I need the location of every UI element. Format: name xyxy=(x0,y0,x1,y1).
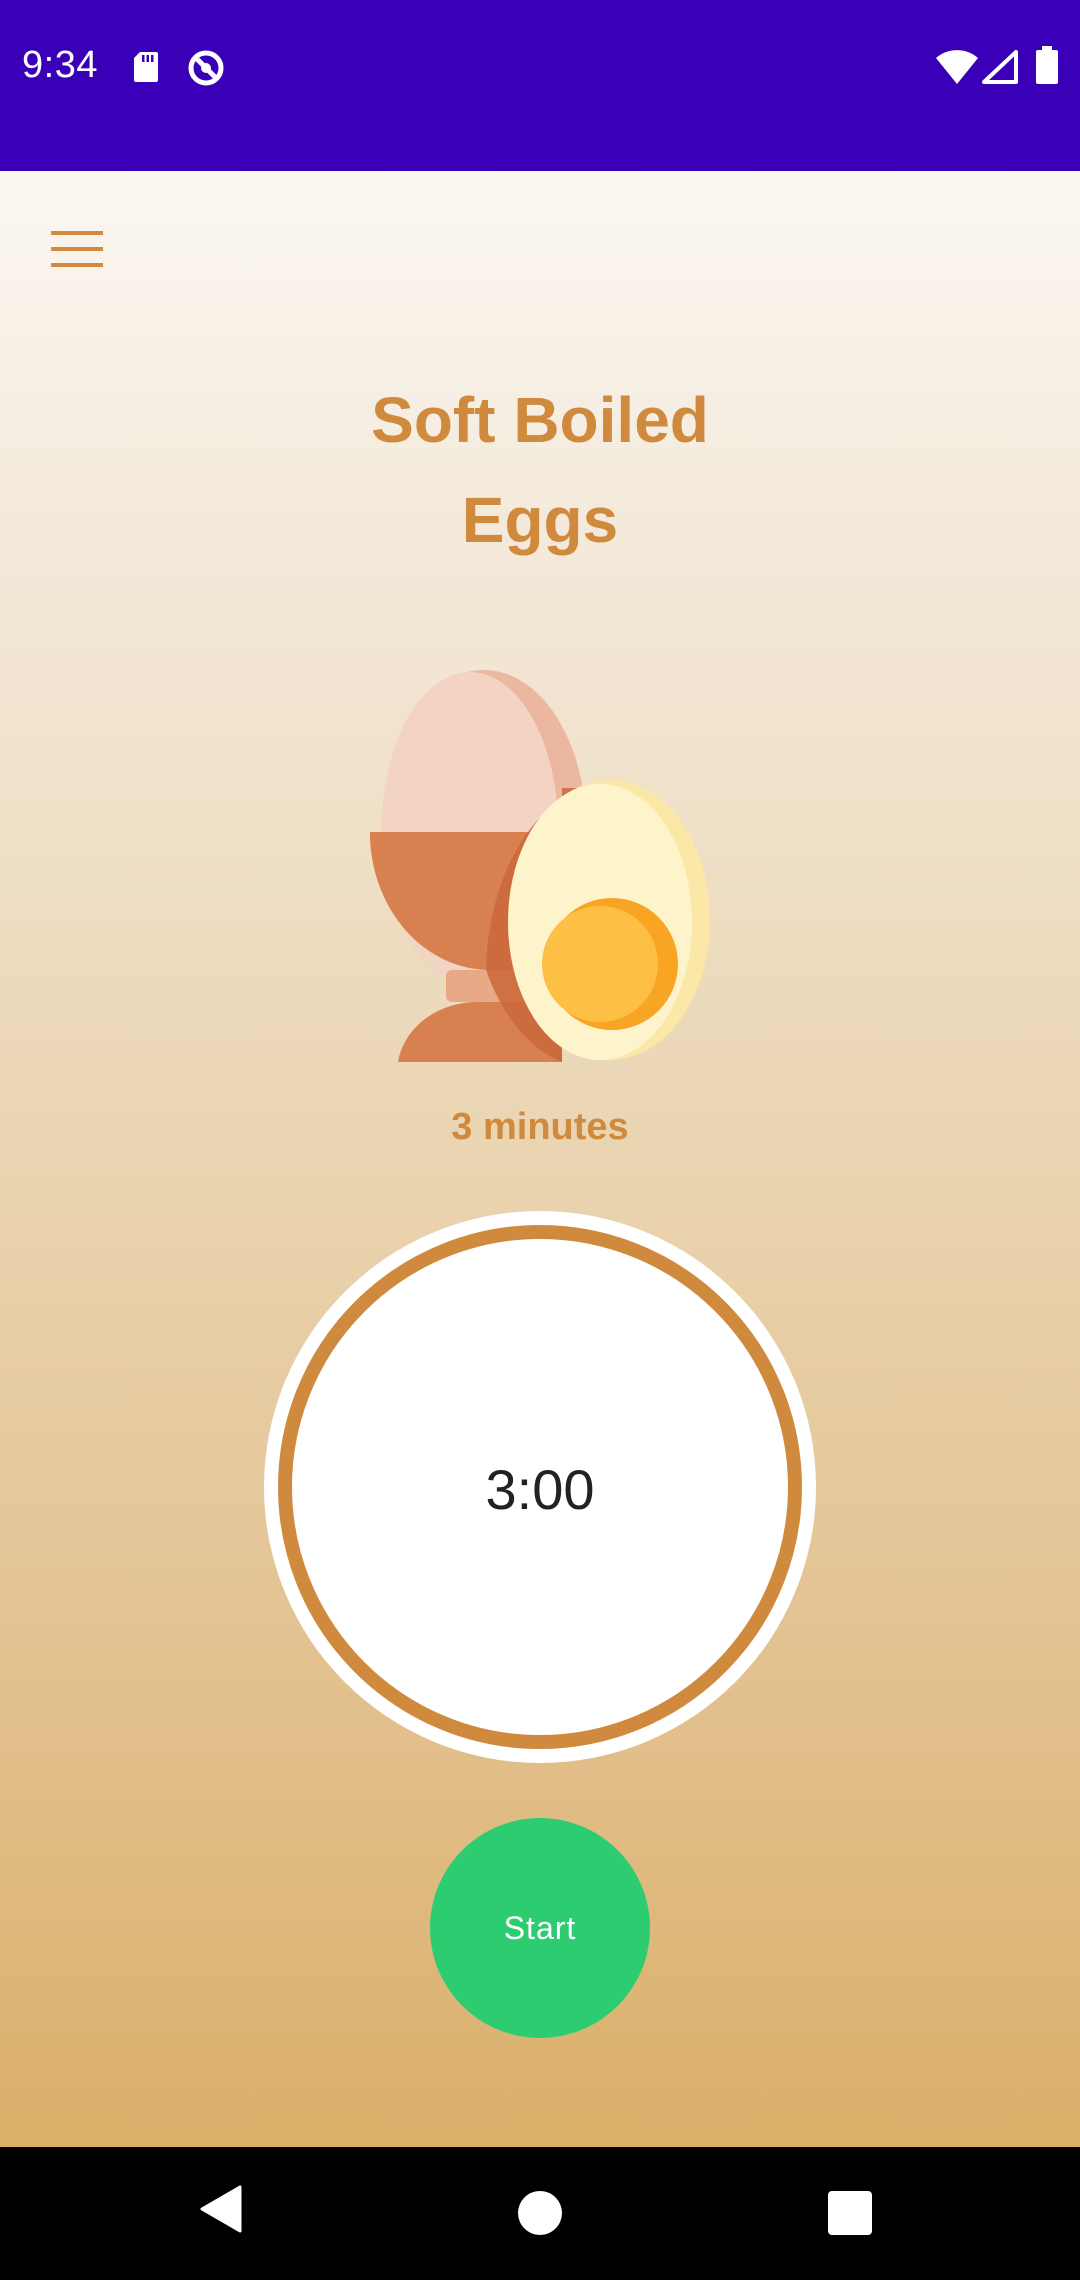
back-icon[interactable] xyxy=(200,2185,242,2238)
timer-display: 3:00 xyxy=(485,1458,595,1521)
hamburger-menu-icon xyxy=(51,231,103,267)
boiled-egg-in-cup-icon xyxy=(360,670,720,1075)
sd-card-icon xyxy=(134,52,158,87)
page-title: Soft Boiled Eggs xyxy=(240,370,840,570)
title-line-2: Eggs xyxy=(461,484,619,556)
battery-icon xyxy=(1036,46,1058,89)
home-icon[interactable] xyxy=(518,2191,562,2235)
title-line-1: Soft Boiled xyxy=(371,384,709,456)
duration-label: 3 minutes xyxy=(451,1106,629,1148)
recents-icon[interactable] xyxy=(828,2191,872,2235)
sync-disabled-icon xyxy=(186,48,226,93)
status-bar: 9:34 xyxy=(0,0,1080,171)
menu-button[interactable] xyxy=(34,212,120,286)
cell-signal-icon xyxy=(982,50,1018,89)
egg-timer-screen: 9:34 Soft Boiled Eggs 3 minutes 3:00 Sta… xyxy=(0,0,1080,2280)
wifi-icon xyxy=(936,50,978,89)
navigation-bar xyxy=(0,2147,1080,2280)
status-time: 9:34 xyxy=(22,44,98,86)
start-button[interactable]: Start xyxy=(430,1818,650,2038)
